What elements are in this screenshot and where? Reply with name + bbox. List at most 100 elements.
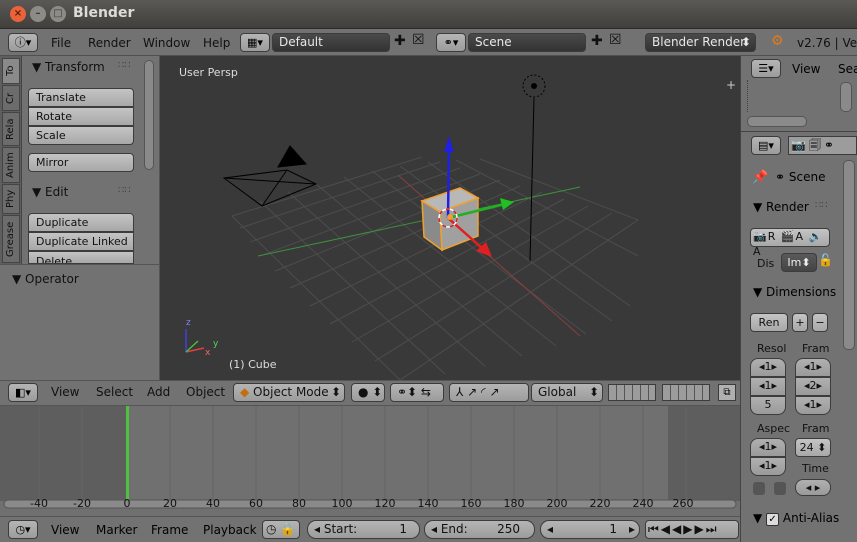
time-remap-field[interactable]: ◂ ▸ [795,479,831,496]
delete-button[interactable]: Delete [28,251,134,264]
3d-viewport[interactable] [160,56,740,380]
manipulator-buttons[interactable]: ⅄ ↗ ◜ ↗ [449,383,529,402]
tool-shelf-scrollbar[interactable] [144,60,154,170]
menu-select[interactable]: Select [96,385,133,399]
edit-panel-header[interactable]: ▼ Edit [32,185,68,199]
tab-tools[interactable]: To [2,58,20,84]
scene-name-field[interactable]: Scene [468,33,586,52]
rotate-button[interactable]: Rotate [28,107,134,126]
drag-grip-icon[interactable]: ∷∷ [815,200,828,211]
delete-scene-icon[interactable]: ☒ [609,32,622,48]
menu-help[interactable]: Help [203,36,230,50]
delete-layout-icon[interactable]: ☒ [412,32,425,48]
tab-grease-pencil[interactable]: Grease [2,215,20,263]
render-panel-header[interactable]: ▼ Render [753,200,809,214]
start-frame-field[interactable]: ◂ Start: 1 [307,520,420,539]
add-preset-icon[interactable]: + [792,313,808,332]
translate-button[interactable]: Translate [28,88,134,107]
current-frame-marker[interactable] [126,406,129,501]
frame-start-field[interactable]: ◂1▸ [795,358,831,377]
crop-toggle[interactable] [774,482,786,495]
editor-type-properties-button[interactable]: ▤▾ [751,136,781,155]
outliner-view-menu[interactable]: View [792,62,820,76]
tab-physics[interactable]: Phy [2,184,20,214]
x-arrow-head[interactable] [500,198,514,210]
scene-browse-button[interactable]: ⚭▾ [436,33,466,52]
menu-object[interactable]: Object [186,385,225,399]
playback-controls[interactable]: ⏮◀◀▶▶⏭ [645,520,739,539]
transform-orientation-select[interactable]: Global ⬍ [531,383,603,402]
duplicate-linked-button[interactable]: Duplicate Linked [28,232,134,251]
frame-end-field[interactable]: ◂2▸ [795,377,831,396]
render-buttons[interactable]: 📷R 🎬A 🔊A [750,228,830,258]
lock-icon[interactable]: 🔓 [818,253,833,272]
close-window-button[interactable]: × [10,6,26,22]
editor-type-timeline-button[interactable]: ◷▾ [8,520,38,539]
mode-select[interactable]: ◆ Object Mode ⬍ [233,383,345,402]
transform-panel-header[interactable]: ▼ Transform [32,60,105,74]
layout-name-field[interactable]: Default [272,33,390,52]
resolution-y-field[interactable]: ◂1▸ [750,377,786,396]
operator-panel-header[interactable]: ▼ Operator [12,272,79,286]
layers-grid-1[interactable] [608,384,656,401]
end-frame-field[interactable]: ◂ End: 250 [424,520,535,539]
menu-add[interactable]: Add [147,385,170,399]
z-manipulator-arrow[interactable] [446,143,451,219]
layers-grid-2[interactable] [662,384,710,401]
properties-context-tabs[interactable]: 📷🗐⚭ [788,136,857,155]
pivot-select[interactable]: ⚭⬍ ⇆ [390,383,444,402]
camera-object[interactable] [222,145,318,207]
editor-type-outliner-button[interactable]: ☰▾ [751,59,781,78]
aspect-y-field[interactable]: ◂1▸ [750,457,786,476]
render-engine-select[interactable]: Blender Render ⬍ [645,33,756,52]
menu-playback[interactable]: Playback [203,523,257,537]
checkbox-icon[interactable]: ✓ [766,513,780,526]
viewport-scene[interactable] [160,56,740,380]
z-arrow-head[interactable] [444,136,454,152]
outliner-vscrollbar[interactable] [840,82,852,112]
outliner-hscrollbar[interactable] [747,116,807,127]
current-frame-field[interactable]: ◂ 1 ▸ [540,520,640,539]
add-layout-icon[interactable]: ✚ [394,33,406,49]
scale-button[interactable]: Scale [28,126,134,145]
frame-step-field[interactable]: ◂1▸ [795,396,831,415]
drag-grip-icon[interactable]: ∷∷ [118,185,131,196]
aspect-x-field[interactable]: ◂1▸ [750,438,786,457]
menu-marker[interactable]: Marker [96,523,137,537]
menu-render[interactable]: Render [88,36,131,50]
antialiasing-panel-header[interactable]: ▼ ✓ Anti-Alias [753,511,839,526]
maximize-window-button[interactable]: □ [50,6,66,22]
tab-create[interactable]: Cr [2,85,20,111]
properties-toggle-icon[interactable]: + [726,78,736,92]
minimize-window-button[interactable]: – [30,6,46,22]
display-mode-select[interactable]: Im⬍ [781,253,817,272]
menu-frame[interactable]: Frame [151,523,188,537]
outliner-tree[interactable] [747,80,837,112]
drag-grip-icon[interactable]: ∷∷ [118,60,131,71]
menu-file[interactable]: File [51,36,71,50]
properties-scrollbar[interactable] [843,160,855,350]
resolution-x-field[interactable]: ◂1▸ [750,358,786,377]
menu-window[interactable]: Window [143,36,190,50]
tab-relations[interactable]: Rela [2,112,20,146]
remove-preset-icon[interactable]: − [812,313,828,332]
frame-rate-select[interactable]: 24 ⬍ [795,438,831,457]
menu-view[interactable]: View [51,385,79,399]
layer-lock-icon[interactable]: ⧉ [718,384,736,401]
border-toggle[interactable] [753,482,765,495]
menu-view[interactable]: View [51,523,79,537]
mirror-button[interactable]: Mirror [28,153,134,172]
render-presets-select[interactable]: Ren [750,313,788,332]
duplicate-button[interactable]: Duplicate [28,213,134,232]
editor-type-info-button[interactable]: ⓘ▾ [8,33,38,52]
viewport-shading-select[interactable]: ● ⬍ [351,383,385,402]
dimensions-panel-header[interactable]: ▼ Dimensions [753,285,836,299]
outliner-search-field[interactable]: Sear [838,62,857,76]
preview-range-toggle[interactable]: ◷ 🔒 [262,520,300,539]
resolution-percentage-field[interactable]: 5 [750,396,786,415]
layout-browse-button[interactable]: ▦▾ [240,33,270,52]
editor-type-3d-button[interactable]: ◧▾ [8,383,38,402]
pin-icon[interactable]: 📌 [752,170,768,185]
add-scene-icon[interactable]: ✚ [591,33,603,49]
tab-animation[interactable]: Anim [2,147,20,183]
